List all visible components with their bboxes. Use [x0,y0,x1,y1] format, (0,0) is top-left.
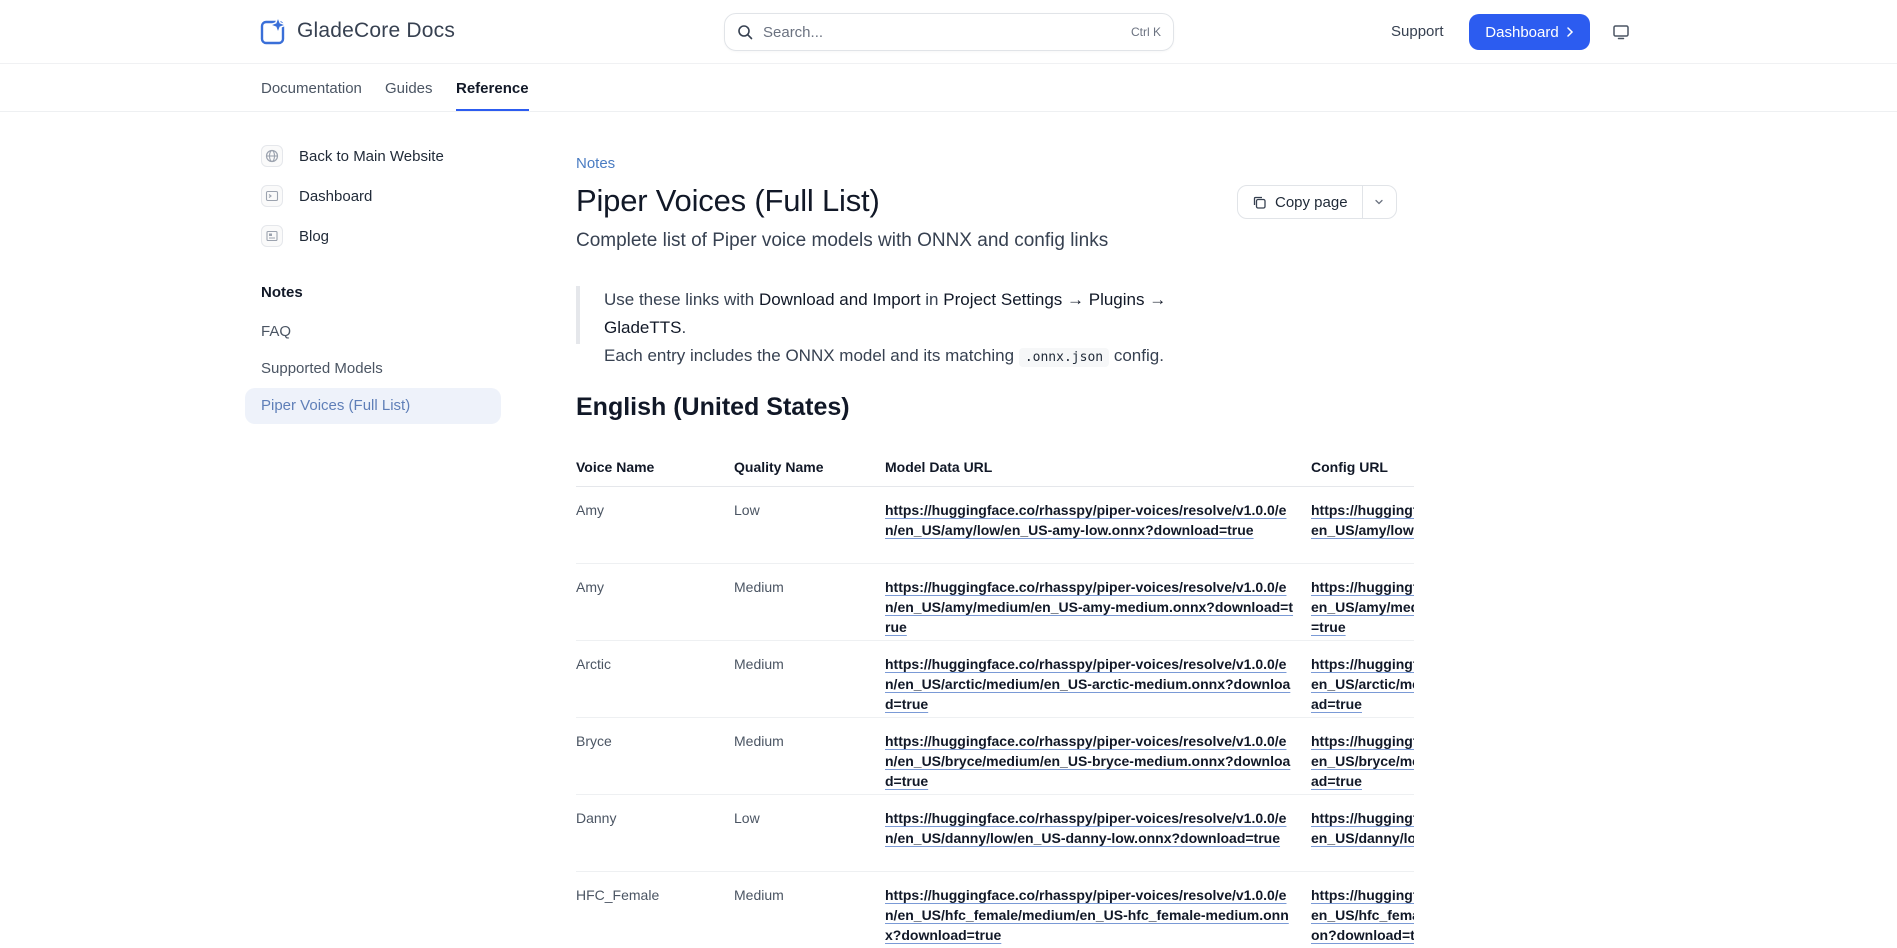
brand-logo[interactable]: GladeCore Docs [259,16,455,46]
voices-table-container[interactable]: Voice Name Quality Name Model Data URL C… [576,448,1414,948]
voice-name: Bryce [576,717,734,795]
model-url-link[interactable]: https://huggingface.co/rhasspy/piper-voi… [885,808,1295,848]
tab-guides[interactable]: Guides [385,80,433,111]
sidebar-item-faq[interactable]: FAQ [261,323,291,340]
config-url-link[interactable]: https://huggingface.co/rhasspy/piper-voi… [1311,577,1414,637]
section-tabs: Documentation Guides Reference [0,64,1897,112]
dashboard-button[interactable]: Dashboard [1469,14,1590,50]
voice-name: Danny [576,794,734,872]
quality-name: Medium [734,563,885,641]
sparkle-logo-icon [260,16,289,45]
column-header: Config URL [1311,448,1414,487]
voice-name: HFC_Female [576,871,734,948]
callout-line-1: Use these links with Download and Import… [604,286,1236,342]
model-url-link[interactable]: https://huggingface.co/rhasspy/piper-voi… [885,577,1295,637]
sidebar-link-blog[interactable]: Blog [261,225,329,247]
config-url-link[interactable]: https://huggingface.co/rhasspy/piper-voi… [1311,808,1414,848]
tab-documentation[interactable]: Documentation [261,80,362,111]
callout-text: . [681,318,687,337]
callout-text: Each entry includes the ONNX model and i… [604,346,1019,365]
callout-bold-text: Download and Import [758,290,921,309]
quality-name: Medium [734,871,885,948]
callout-line-2: Each entry includes the ONNX model and i… [604,342,1236,372]
monitor-theme-icon[interactable] [1612,23,1630,41]
quality-name: Medium [734,717,885,795]
sidebar-link-main-website[interactable]: Back to Main Website [261,145,444,167]
page-subtitle: Complete list of Piper voice models with… [576,230,1109,251]
callout-text: Use these links with [604,290,759,309]
copy-icon [1253,196,1266,209]
terminal-icon [261,185,283,207]
search-icon [738,25,753,40]
config-url-link[interactable]: https://huggingface.co/rhasspy/piper-voi… [1311,654,1414,714]
voice-name: Amy [576,563,734,641]
table-row: Bryce Medium https://huggingface.co/rhas… [576,717,1414,795]
table-row: Danny Low https://huggingface.co/rhasspy… [576,794,1414,872]
voice-name: Amy [576,486,734,564]
search-bar[interactable]: Ctrl K [724,13,1174,51]
sidebar-link-label: Blog [299,227,330,245]
support-link[interactable]: Support [1391,23,1444,40]
info-callout: Use these links with Download and Import… [576,286,1236,367]
quality-name: Low [734,486,885,564]
chevron-down-icon [1375,199,1383,205]
sidebar-item-supported-models[interactable]: Supported Models [261,360,383,377]
globe-icon [261,145,283,167]
page-title: Piper Voices (Full List) [576,183,880,218]
sidebar-link-label: Back to Main Website [299,147,444,165]
model-url-link[interactable]: https://huggingface.co/rhasspy/piper-voi… [885,885,1295,945]
config-url-link[interactable]: https://huggingface.co/rhasspy/piper-voi… [1311,731,1414,791]
callout-code: .onnx.json [1018,348,1110,367]
search-shortcut: Ctrl K [1131,25,1161,39]
model-url-link[interactable]: https://huggingface.co/rhasspy/piper-voi… [885,731,1295,791]
top-bar: GladeCore Docs Ctrl K Support Dashboard [0,0,1897,64]
config-url-link[interactable]: https://huggingface.co/rhasspy/piper-voi… [1311,885,1414,945]
column-header: Model Data URL [885,448,1311,487]
sidebar-link-label: Dashboard [299,187,373,205]
search-input[interactable] [763,23,1131,41]
section-heading: English (United States) [576,393,850,421]
sidebar-group-title: Notes [261,284,303,301]
page-eyebrow: Notes [576,155,616,172]
column-header: Quality Name [734,448,885,487]
brand-name: GladeCore Docs [297,19,456,42]
callout-text: config. [1109,346,1164,365]
callout-text: in [920,290,944,309]
copy-page-label: Copy page [1275,193,1348,211]
copy-options-button[interactable] [1363,186,1396,218]
model-url-link[interactable]: https://huggingface.co/rhasspy/piper-voi… [885,654,1295,714]
table-row: Amy Low https://huggingface.co/rhasspy/p… [576,486,1414,564]
config-url-link[interactable]: https://huggingface.co/rhasspy/piper-voi… [1311,500,1414,540]
tab-reference[interactable]: Reference [456,80,529,111]
sidebar-link-dashboard[interactable]: Dashboard [261,185,372,207]
copy-page-group: Copy page [1237,185,1397,219]
quality-name: Medium [734,640,885,718]
copy-page-button[interactable]: Copy page [1238,186,1363,218]
table-row: Amy Medium https://huggingface.co/rhassp… [576,563,1414,641]
sidebar-item-piper-voices[interactable]: Piper Voices (Full List) [245,388,501,424]
model-url-link[interactable]: https://huggingface.co/rhasspy/piper-voi… [885,500,1295,540]
chevron-right-icon [1566,27,1573,37]
table-row: Arctic Medium https://huggingface.co/rha… [576,640,1414,718]
table-row: HFC_Female Medium https://huggingface.co… [576,871,1414,948]
column-header: Voice Name [576,448,734,487]
voice-name: Arctic [576,640,734,718]
newspaper-icon [261,225,283,247]
dashboard-button-label: Dashboard [1485,23,1559,41]
table-header-row: Voice Name Quality Name Model Data URL C… [576,448,1414,487]
voices-table: Voice Name Quality Name Model Data URL C… [576,448,1414,948]
quality-name: Low [734,794,885,872]
